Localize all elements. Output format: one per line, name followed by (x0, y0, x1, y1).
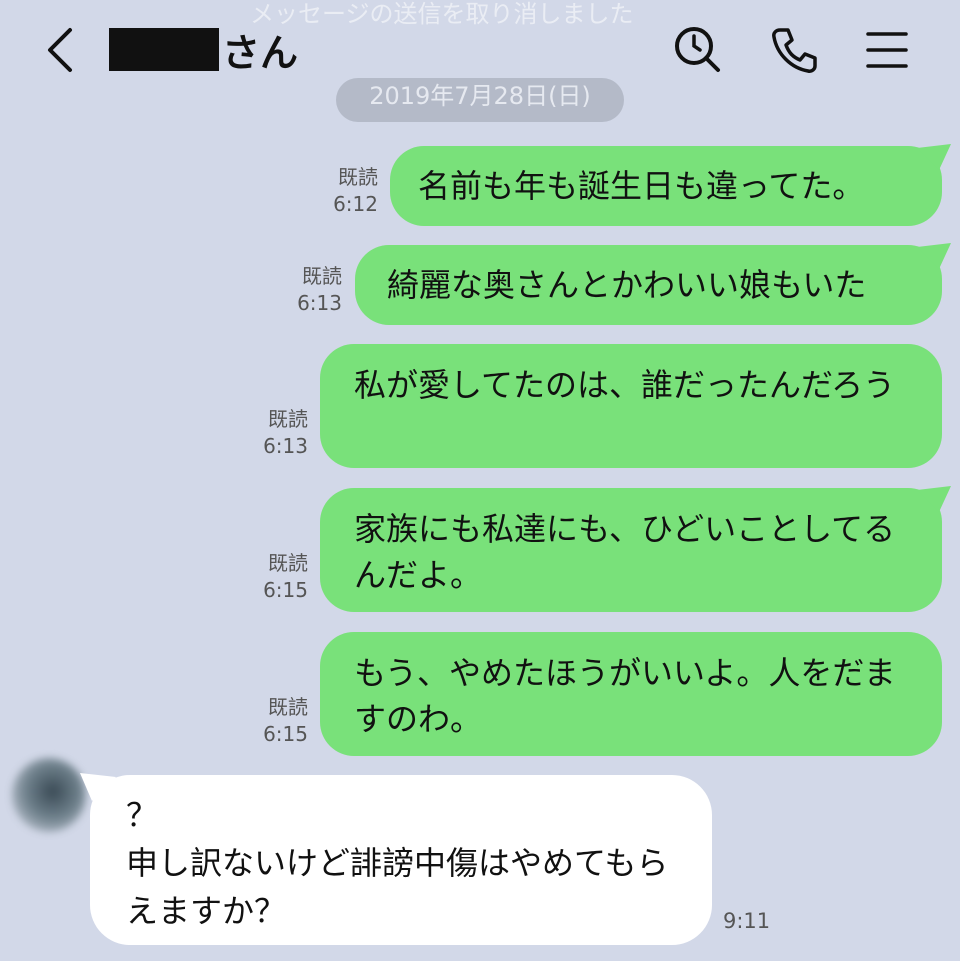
message-meta: 既読 6:13 (248, 406, 308, 460)
read-receipt: 既読 (338, 165, 378, 189)
outgoing-message-bubble[interactable]: 名前も年も誕生日も違ってた。 (390, 144, 951, 226)
read-receipt: 既読 (302, 264, 342, 288)
message-time: 6:15 (263, 722, 308, 746)
outgoing-message-bubble[interactable]: 私が愛してたのは、誰だったんだろう (320, 344, 942, 468)
redacted-contact-name (109, 28, 219, 71)
bubble-tail (917, 243, 951, 269)
message-text: 綺麗な奥さんとかわいい娘もいた (387, 266, 867, 304)
search-button[interactable] (672, 24, 724, 76)
message-text: 名前も年も誕生日も違ってた。 (418, 167, 865, 205)
back-button[interactable] (40, 24, 84, 76)
menu-button[interactable] (862, 24, 914, 76)
outgoing-message-bubble[interactable]: もう、やめたほうがいいよ。人をだますのわ。 (320, 632, 942, 756)
message-text: 家族にも私達にも、ひどいことしてるんだよ。 (354, 510, 896, 594)
message-meta: 既読 6:15 (248, 694, 308, 748)
message-time: 6:15 (263, 578, 308, 602)
menu-icon (866, 32, 908, 68)
read-receipt: 既読 (268, 407, 308, 431)
message-text: もう、やめたほうがいいよ。人をだますのわ。 (354, 654, 896, 738)
system-message: メッセージの送信を取り消しました (250, 0, 634, 28)
incoming-message-bubble[interactable]: ？ 申し訳ないけど誹謗中傷はやめてもらえますか？ (80, 773, 712, 945)
message-time: 6:13 (263, 434, 308, 458)
read-receipt: 既読 (268, 695, 308, 719)
read-receipt: 既読 (268, 551, 308, 575)
contact-avatar[interactable] (12, 758, 86, 832)
contact-name-suffix[interactable]: さん (222, 22, 298, 77)
phone-icon (772, 28, 817, 73)
date-separator: 2019年7月28日(日) (336, 78, 624, 122)
back-icon (48, 28, 72, 72)
message-meta: 既読 6:12 (318, 164, 378, 218)
search-icon (675, 27, 720, 72)
call-button[interactable] (768, 24, 820, 76)
bubble-tail (80, 773, 116, 801)
outgoing-message-bubble[interactable]: 家族にも私達にも、ひどいことしてるんだよ。 (320, 486, 951, 612)
message-text: 私が愛してたのは、誰だったんだろう (354, 366, 896, 404)
message-time: 9:11 (723, 909, 771, 933)
message-time: 6:12 (333, 192, 378, 216)
bubble-tail (917, 486, 951, 512)
message-text: ？ 申し訳ないけど誹謗中傷はやめてもらえますか？ (126, 796, 669, 930)
outgoing-message-bubble[interactable]: 綺麗な奥さんとかわいい娘もいた (355, 243, 951, 325)
message-meta: 既読 6:13 (282, 263, 342, 317)
message-meta: 既読 6:15 (248, 550, 308, 604)
bubble-tail (917, 144, 951, 170)
message-time: 6:13 (297, 291, 342, 315)
